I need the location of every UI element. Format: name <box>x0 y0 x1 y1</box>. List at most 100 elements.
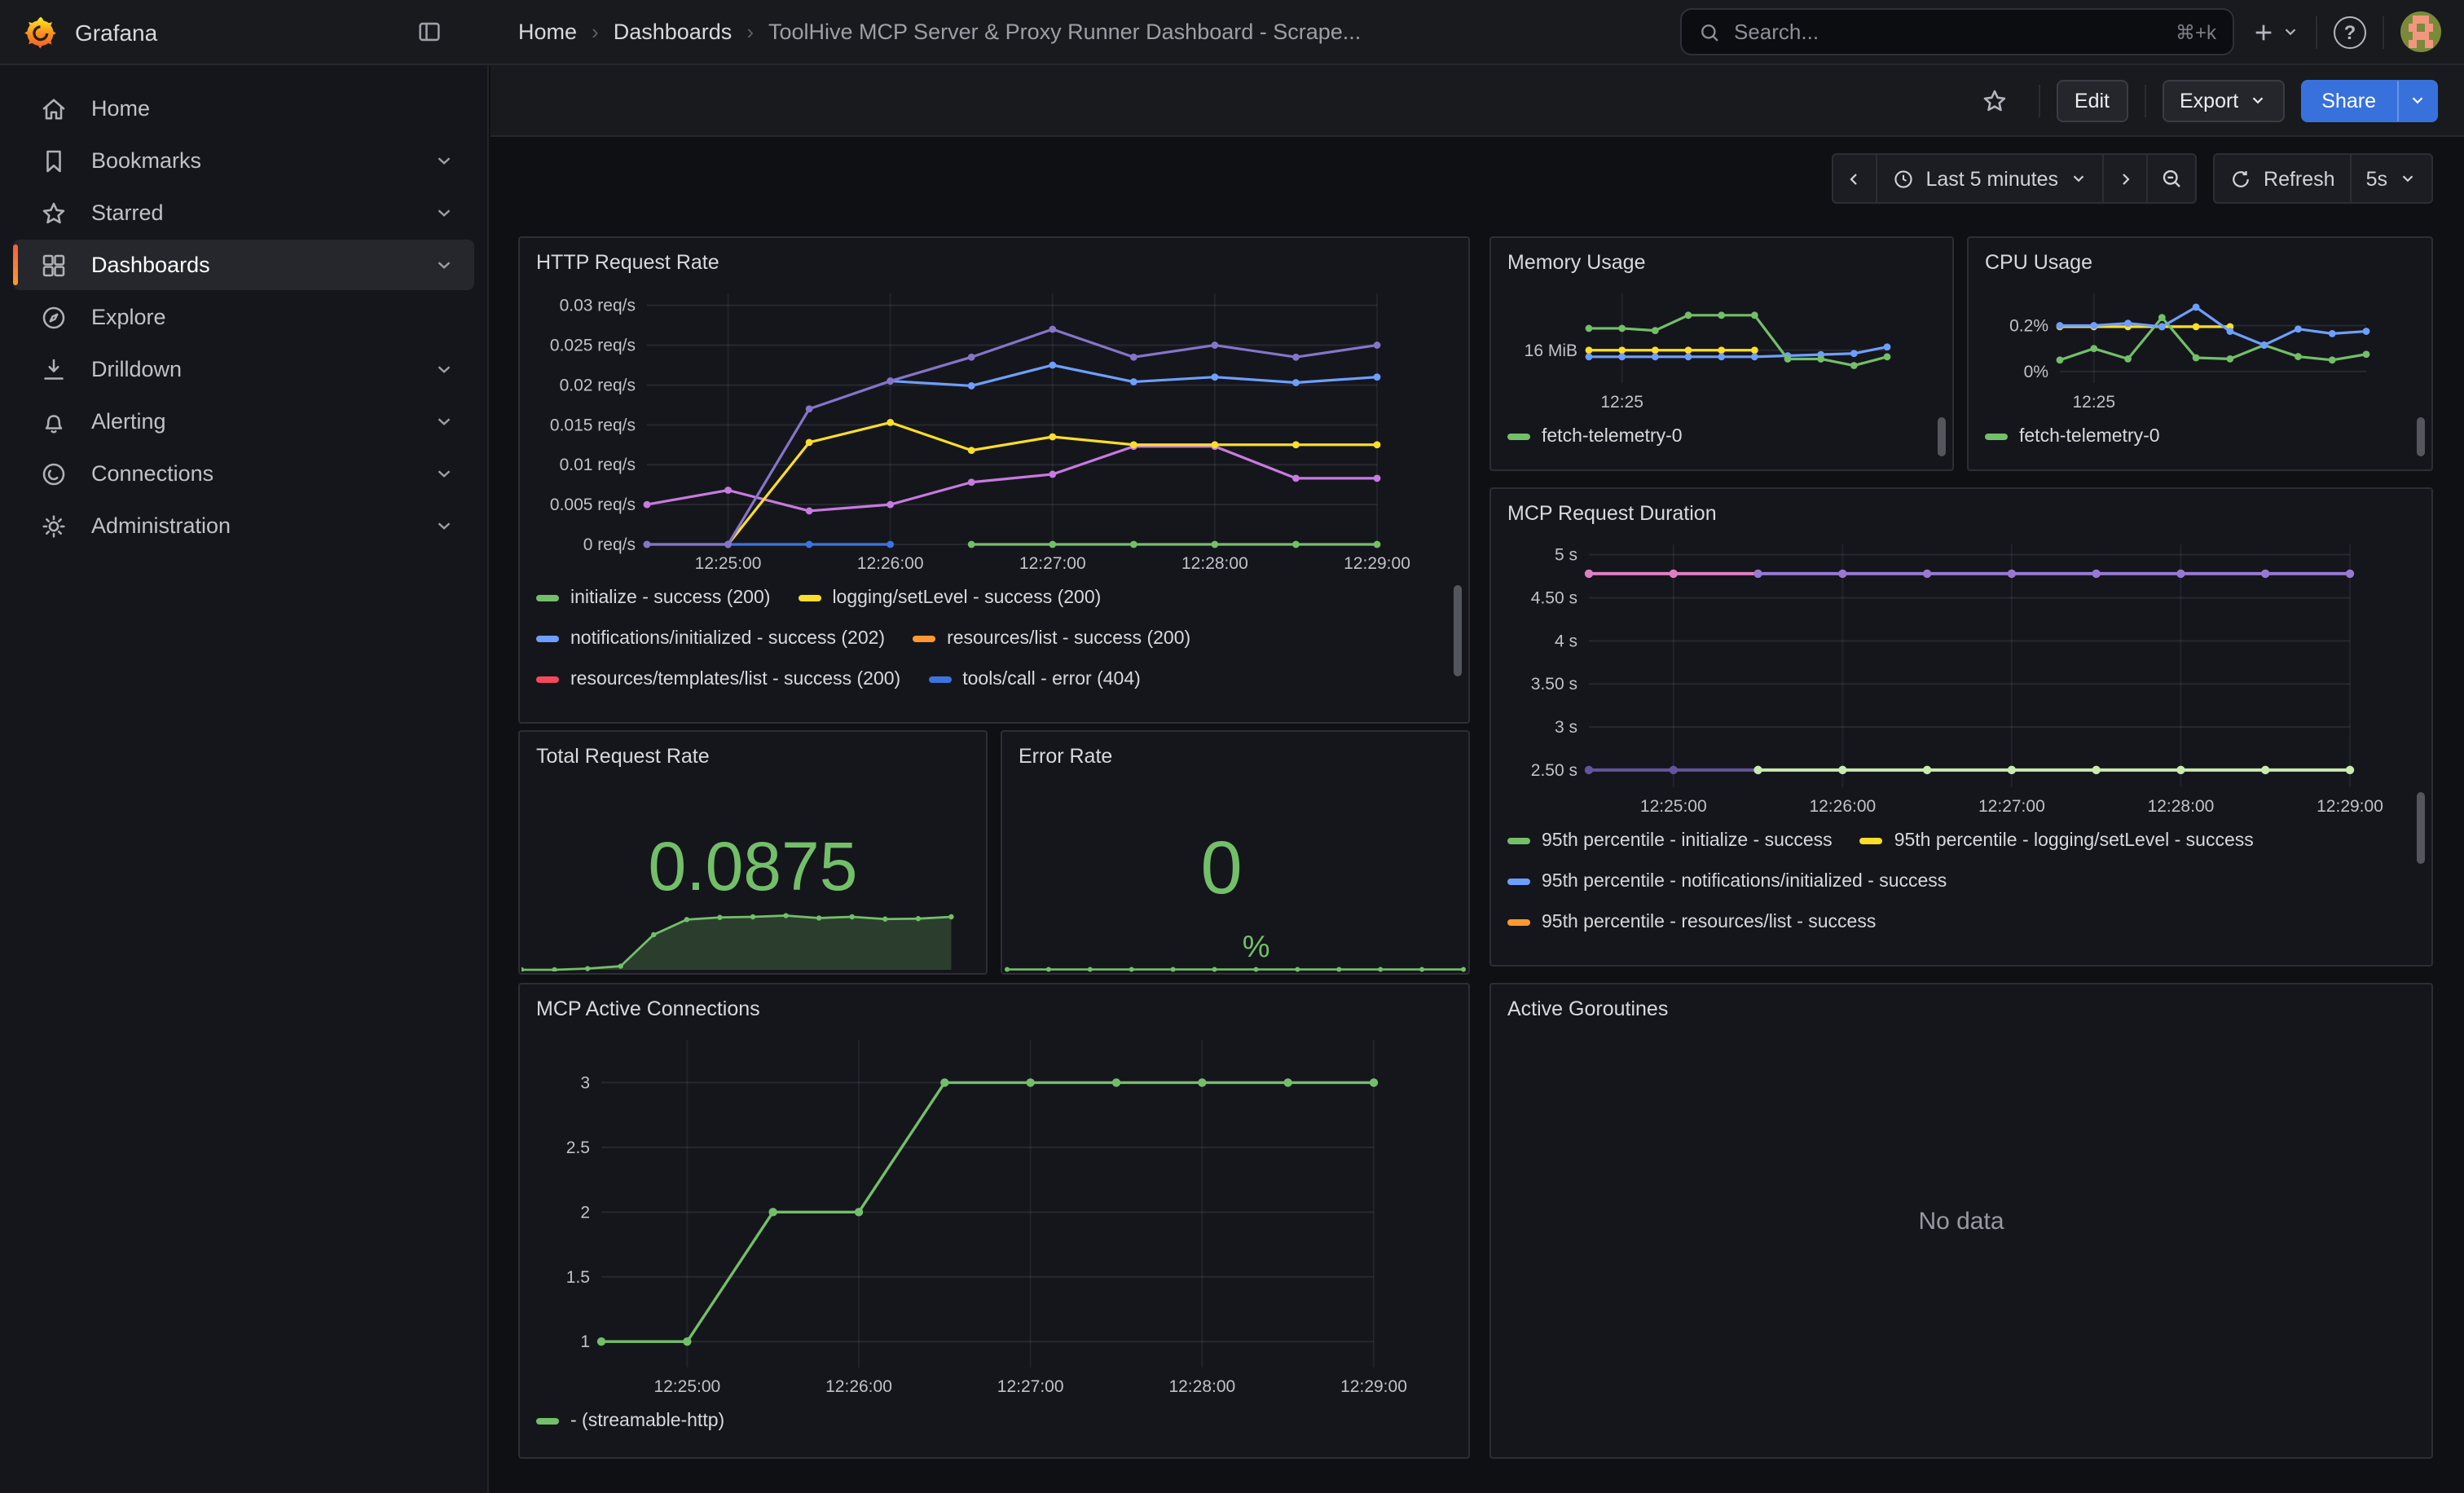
breadcrumb-item[interactable]: Home <box>518 20 577 44</box>
legend-scrollbar[interactable] <box>2417 792 2425 864</box>
legend-item[interactable]: 95th percentile - initialize - success <box>1507 830 1833 850</box>
dashboards-icon <box>39 250 68 280</box>
zoom-out-icon <box>2159 166 2184 191</box>
legend-row: tools/call - success (200) tools/list - s… <box>536 699 1452 711</box>
http-request-rate-chart[interactable]: 0 req/s0.005 req/s0.01 req/s0.015 req/s0… <box>536 280 1452 577</box>
sidebar-item-bookmarks[interactable]: Bookmarks <box>13 135 474 186</box>
legend-item[interactable]: fetch-telemetry-0 <box>1985 426 2160 446</box>
legend-label: fetch-telemetry-0 <box>2019 426 2160 446</box>
svg-text:12:28:00: 12:28:00 <box>1181 554 1248 573</box>
chevron-down-icon[interactable] <box>433 463 455 484</box>
chevron-down-icon[interactable] <box>433 359 455 380</box>
svg-text:0.03 req/s: 0.03 req/s <box>560 297 636 315</box>
chevron-down-icon[interactable] <box>433 150 455 171</box>
mcp-active-connections-chart[interactable]: 11.522.5312:25:0012:26:0012:27:0012:28:0… <box>536 1027 1452 1400</box>
legend-item[interactable]: tools/call - success (200) <box>536 710 777 711</box>
panel-title[interactable]: CPU Usage <box>1985 246 2415 280</box>
clock-icon <box>1891 167 1914 190</box>
svg-text:0 req/s: 0 req/s <box>583 535 636 554</box>
legend-item[interactable]: resources/list - success (200) <box>913 628 1190 648</box>
chevron-left-icon <box>1844 169 1863 188</box>
legend-item[interactable]: fetch-telemetry-0 <box>1507 426 1683 446</box>
svg-text:2: 2 <box>580 1203 590 1222</box>
legend-item[interactable]: logging/setLevel - success (200) <box>798 588 1101 607</box>
panel-title[interactable]: MCP Active Connections <box>536 993 1452 1027</box>
sidebar-item-explore[interactable]: Explore <box>13 292 474 342</box>
breadcrumb-item[interactable]: Dashboards <box>614 20 733 44</box>
time-range-picker[interactable]: Last 5 minutes <box>1877 155 2104 202</box>
legend-item[interactable]: tools/list - success (200) <box>804 710 1040 711</box>
favorite-star-icon[interactable] <box>1980 77 2009 123</box>
legend-item[interactable]: unknown - success (200) <box>1067 710 1310 711</box>
svg-text:12:28:00: 12:28:00 <box>1168 1377 1235 1396</box>
sidebar-item-home[interactable]: Home <box>13 83 474 134</box>
svg-text:3 s: 3 s <box>1555 718 1577 737</box>
add-button[interactable] <box>2251 9 2299 55</box>
legend-label: resources/templates/list - success (200) <box>570 669 900 689</box>
edit-button[interactable]: Edit <box>2057 79 2127 121</box>
svg-text:12:29:00: 12:29:00 <box>2317 797 2383 816</box>
chevron-down-icon[interactable] <box>433 515 455 536</box>
memory-usage-chart[interactable]: 16 MiB12:25 <box>1507 280 1936 416</box>
chevron-down-icon[interactable] <box>433 411 455 432</box>
export-button[interactable]: Export <box>2162 79 2284 121</box>
sidebar-item-drilldown[interactable]: Drilldown <box>13 344 474 394</box>
connections-legend: - (streamable-http) <box>536 1400 1452 1446</box>
time-back-button[interactable] <box>1833 155 1877 202</box>
legend-label: - (streamable-http) <box>570 1411 724 1430</box>
chevron-down-icon[interactable] <box>433 202 455 223</box>
legend-item[interactable]: 95th percentile - logging/setLevel - suc… <box>1860 830 2254 850</box>
legend-item[interactable]: resources/templates/list - success (200) <box>536 669 900 689</box>
dock-sidebar-icon[interactable] <box>407 11 450 53</box>
svg-text:0.02 req/s: 0.02 req/s <box>560 376 636 394</box>
legend-swatch <box>1507 918 1530 925</box>
share-button[interactable]: Share <box>2300 79 2397 121</box>
svg-text:12:29:00: 12:29:00 <box>1344 554 1410 573</box>
cpu-usage-chart[interactable]: 0%0.2%12:25 <box>1985 280 2415 416</box>
help-button[interactable]: ? <box>2334 9 2366 55</box>
sidebar-item-label: Dashboards <box>91 253 210 277</box>
grafana-logo-icon[interactable] <box>23 14 59 50</box>
svg-text:12:27:00: 12:27:00 <box>997 1377 1064 1396</box>
legend-item[interactable]: tools/call - error (404) <box>928 669 1141 689</box>
legend-item[interactable]: 95th percentile - notifications/initiali… <box>1507 871 1947 891</box>
refresh-button[interactable]: Refresh <box>2215 155 2352 202</box>
sidebar-item-starred[interactable]: Starred <box>13 187 474 238</box>
sidebar-item-label: Home <box>91 96 150 121</box>
memory-legend: fetch-telemetry-0 <box>1507 416 1936 458</box>
sidebar-item-connections[interactable]: Connections <box>13 448 474 499</box>
search-input[interactable]: Search... ⌘+k <box>1680 8 2234 55</box>
legend-scrollbar[interactable] <box>1938 417 1946 456</box>
chevron-down-icon[interactable] <box>433 254 455 275</box>
legend-scrollbar[interactable] <box>1454 585 1462 676</box>
legend-item[interactable]: notifications/initialized - success (202… <box>536 628 885 648</box>
time-forward-button[interactable] <box>2104 155 2148 202</box>
sidebar-item-label: Alerting <box>91 409 166 434</box>
svg-text:12:25: 12:25 <box>1600 393 1643 412</box>
legend-label: logging/setLevel - success (200) <box>832 588 1101 607</box>
svg-text:12:25:00: 12:25:00 <box>1640 797 1707 816</box>
refresh-interval-picker[interactable]: 5s <box>2352 155 2431 202</box>
panel-title[interactable]: MCP Request Duration <box>1507 497 2415 531</box>
avatar[interactable] <box>2400 11 2441 52</box>
chevron-right-icon <box>2115 169 2135 188</box>
legend-swatch <box>913 635 935 641</box>
legend-swatch <box>928 676 951 682</box>
legend-item[interactable]: initialize - success (200) <box>536 588 770 607</box>
time-range-group: Last 5 minutes <box>1831 153 2197 204</box>
sidebar-item-administration[interactable]: Administration <box>13 500 474 551</box>
legend-item[interactable]: - (streamable-http) <box>536 1411 724 1430</box>
legend-item[interactable]: 95th percentile - resources/list - succe… <box>1507 912 1876 931</box>
zoom-out-button[interactable] <box>2148 155 2195 202</box>
sidebar-item-dashboards[interactable]: Dashboards <box>13 240 474 290</box>
refresh-icon <box>2229 167 2252 190</box>
sidebar-item-label: Administration <box>91 513 231 538</box>
panel-title[interactable]: Memory Usage <box>1507 246 1936 280</box>
mcp-request-duration-chart[interactable]: 2.50 s3 s3.50 s4 s4.50 s5 s12:25:0012:26… <box>1507 531 2415 820</box>
share-menu-button[interactable] <box>2397 79 2438 121</box>
breadcrumb-item: ToolHive MCP Server & Proxy Runner Dashb… <box>768 20 1361 44</box>
sidebar-item-label: Bookmarks <box>91 148 201 173</box>
sidebar-item-alerting[interactable]: Alerting <box>13 396 474 447</box>
legend-scrollbar[interactable] <box>2417 417 2425 456</box>
panel-title[interactable]: HTTP Request Rate <box>536 246 1452 280</box>
